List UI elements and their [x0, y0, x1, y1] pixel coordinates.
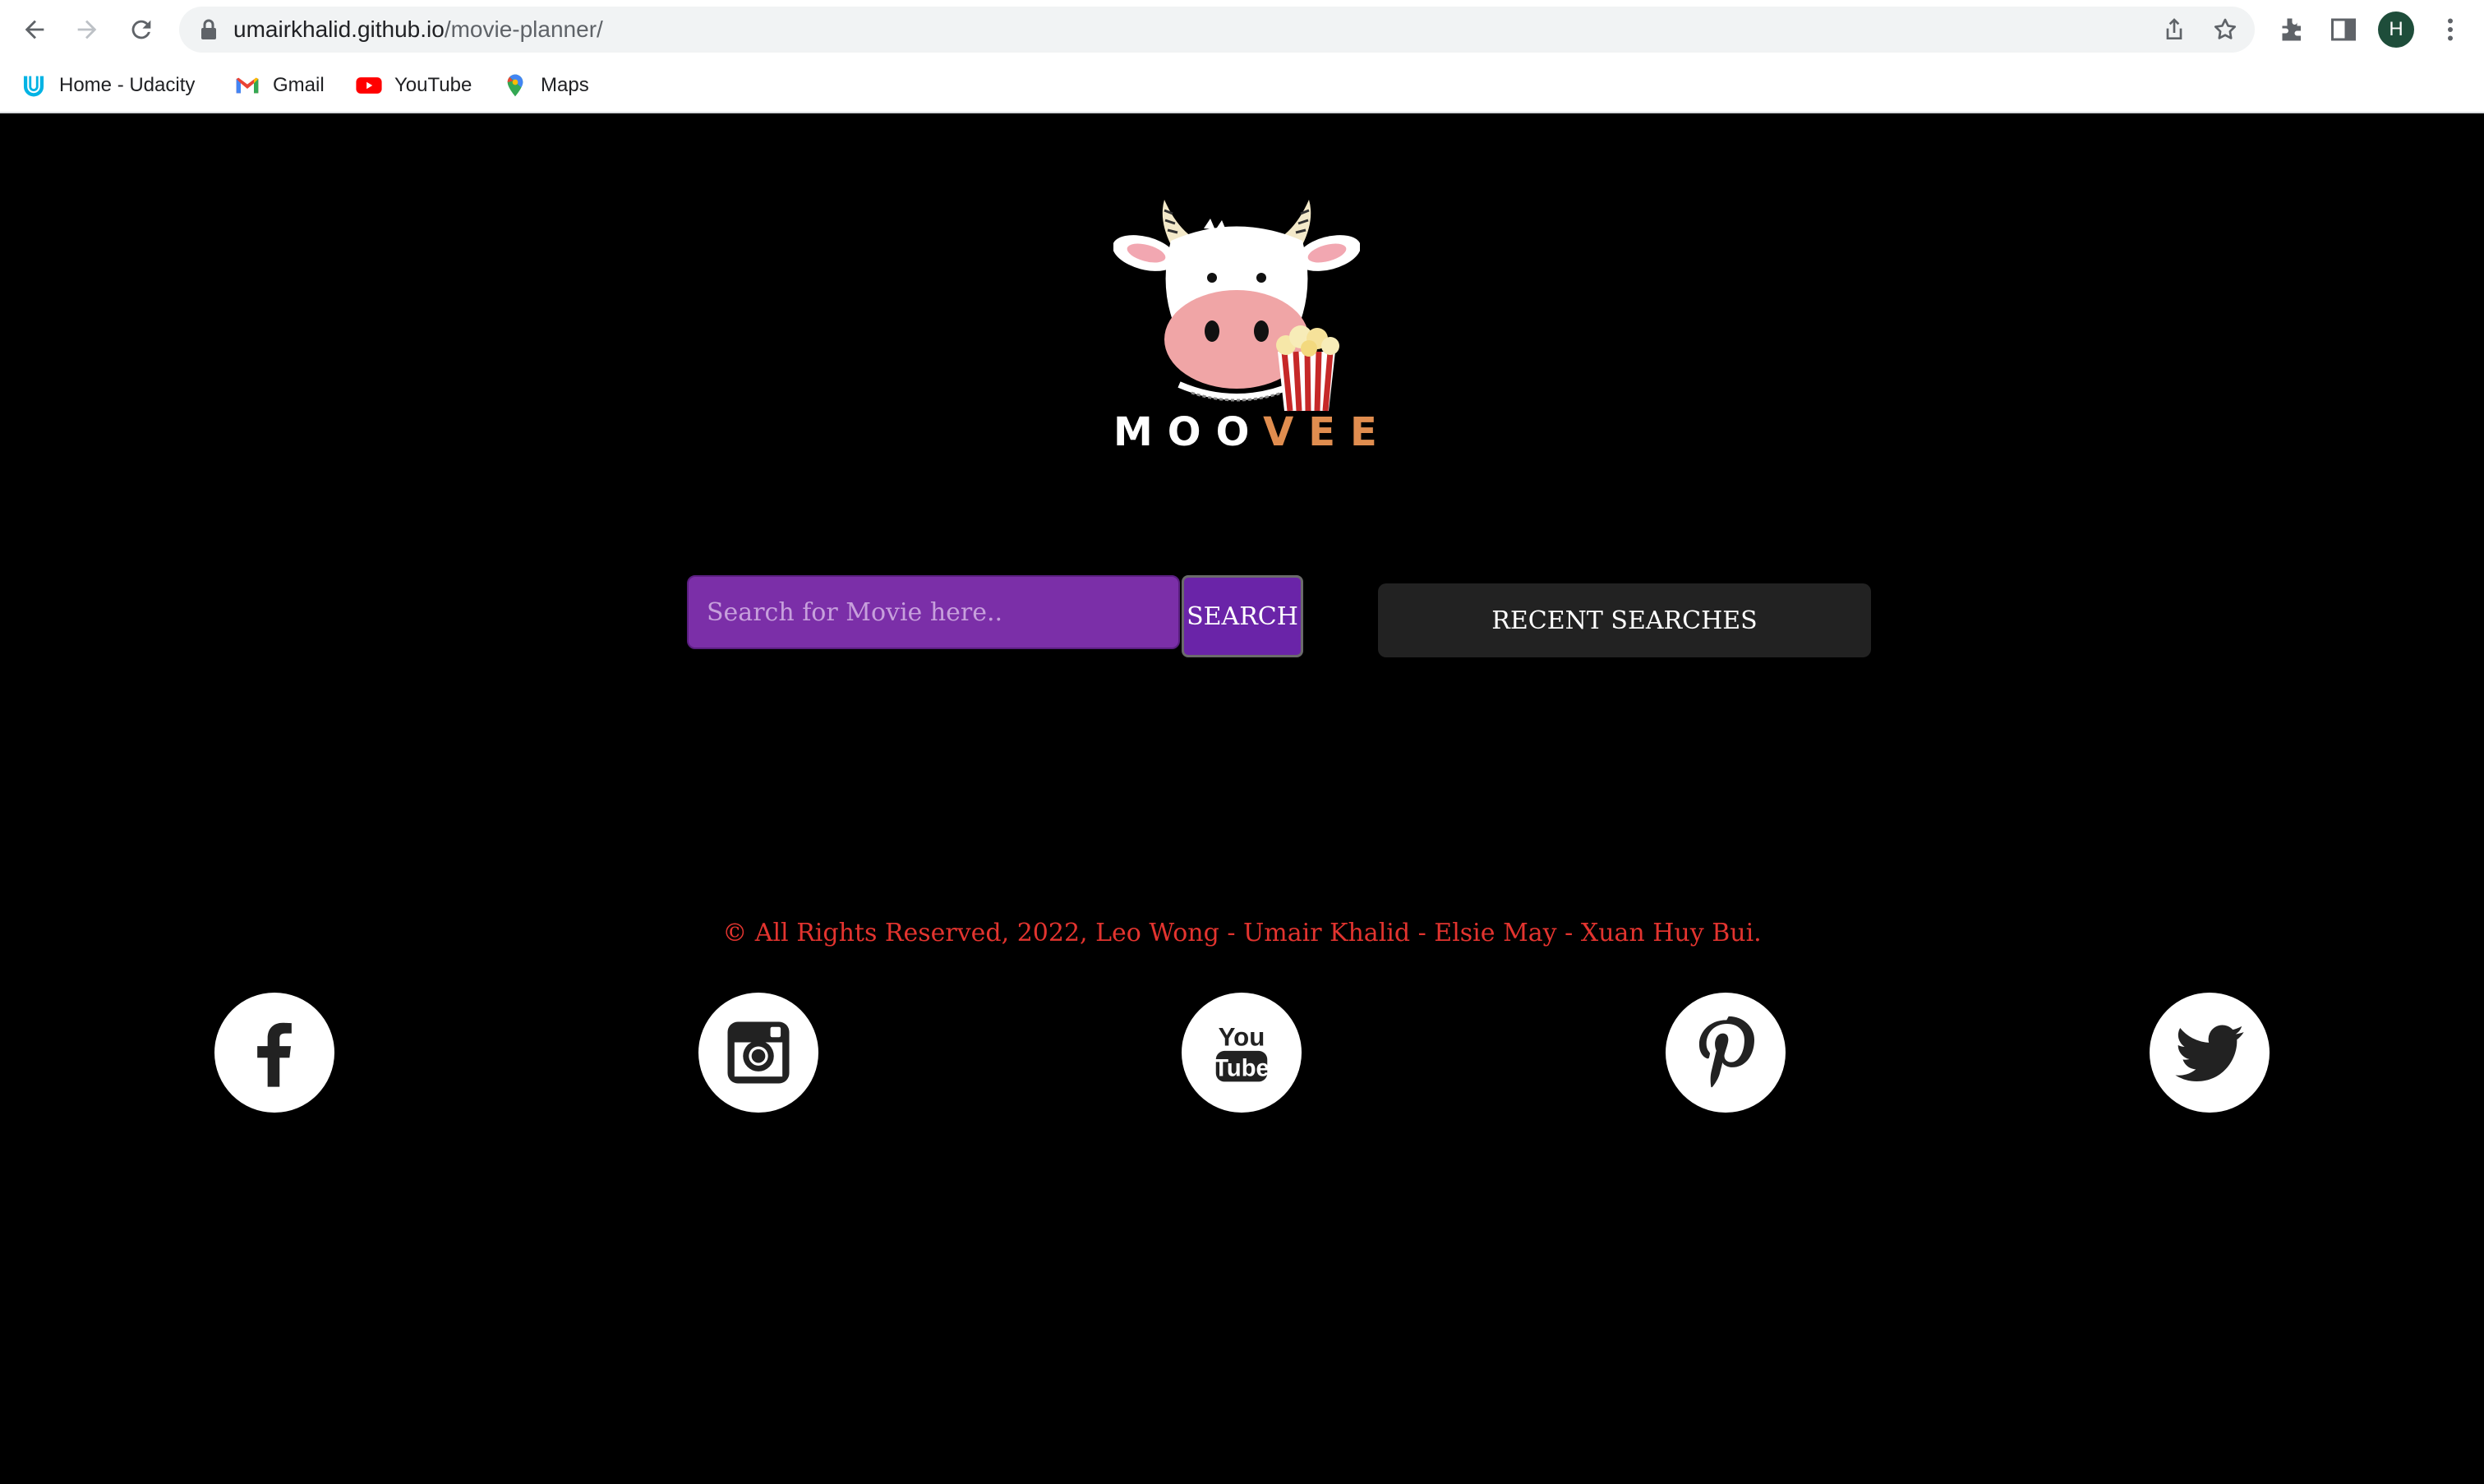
browser-toolbar: umairkhalid.github.io/movie-planner/ H: [0, 0, 2484, 59]
facebook-link[interactable]: [214, 993, 334, 1113]
udacity-icon: [20, 71, 48, 99]
copyright-text: © All Rights Reserved, 2022, Leo Wong - …: [722, 919, 1762, 947]
menu-icon[interactable]: [2436, 15, 2465, 44]
youtube-icon: You Tube: [1214, 1023, 1270, 1082]
bookmark-label: YouTube: [394, 74, 472, 96]
movie-search-input[interactable]: [687, 575, 1180, 649]
pinterest-link[interactable]: [1666, 993, 1786, 1113]
side-panel-icon[interactable]: [2329, 15, 2358, 44]
profile-avatar[interactable]: H: [2378, 12, 2414, 48]
bookmark-label: Home - Udacity: [59, 74, 196, 96]
twitter-icon: [2175, 1025, 2244, 1082]
maps-icon: [501, 71, 529, 99]
extensions-icon[interactable]: [2276, 15, 2306, 44]
facebook-icon: [257, 1022, 292, 1087]
star-icon[interactable]: [2212, 16, 2238, 43]
logo-wordmark: MOOVEE: [1113, 409, 1377, 455]
lock-icon: [201, 19, 216, 39]
gmail-icon: [233, 71, 261, 99]
instagram-link[interactable]: [698, 993, 818, 1113]
share-icon[interactable]: [2161, 16, 2187, 43]
youtube-link[interactable]: You Tube: [1182, 993, 1302, 1113]
forward-icon: [77, 20, 97, 39]
url-path: /movie-planner/: [444, 16, 603, 42]
bookmark-youtube[interactable]: YouTube: [355, 69, 472, 102]
bookmark-label: Gmail: [273, 74, 325, 96]
bookmark-maps[interactable]: Maps: [501, 69, 589, 102]
url-text: umairkhalid.github.io/movie-planner/: [233, 7, 603, 53]
reload-button[interactable]: [122, 10, 161, 49]
search-button[interactable]: SEARCH: [1182, 575, 1303, 657]
url-host: umairkhalid.github.io: [233, 16, 445, 42]
page-content: MOOVEE SEARCH RECENT SEARCHES © All Righ…: [0, 113, 2484, 1484]
bookmarks-bar: Home - Udacity Gmail YouTube Maps: [0, 59, 2484, 113]
bookmark-gmail[interactable]: Gmail: [233, 69, 325, 102]
instagram-icon: [727, 1021, 790, 1084]
pinterest-icon: [1698, 1016, 1754, 1088]
bookmark-label: Maps: [541, 74, 589, 96]
svg-text:You: You: [1219, 1023, 1265, 1052]
logo-text-white: MOO: [1113, 409, 1264, 455]
bookmark-udacity[interactable]: Home - Udacity: [20, 69, 195, 102]
forward-button[interactable]: [67, 10, 107, 49]
back-button[interactable]: [15, 10, 54, 49]
profile-initial: H: [2389, 18, 2403, 40]
reload-icon: [131, 20, 151, 39]
back-icon: [25, 20, 44, 39]
twitter-link[interactable]: [2150, 993, 2270, 1113]
svg-text:Tube: Tube: [1214, 1055, 1269, 1081]
youtube-icon: [355, 71, 383, 99]
recent-searches-button[interactable]: RECENT SEARCHES: [1378, 583, 1871, 657]
address-bar[interactable]: umairkhalid.github.io/movie-planner/: [179, 7, 2255, 53]
logo-text-orange: VEE: [1263, 409, 1392, 455]
